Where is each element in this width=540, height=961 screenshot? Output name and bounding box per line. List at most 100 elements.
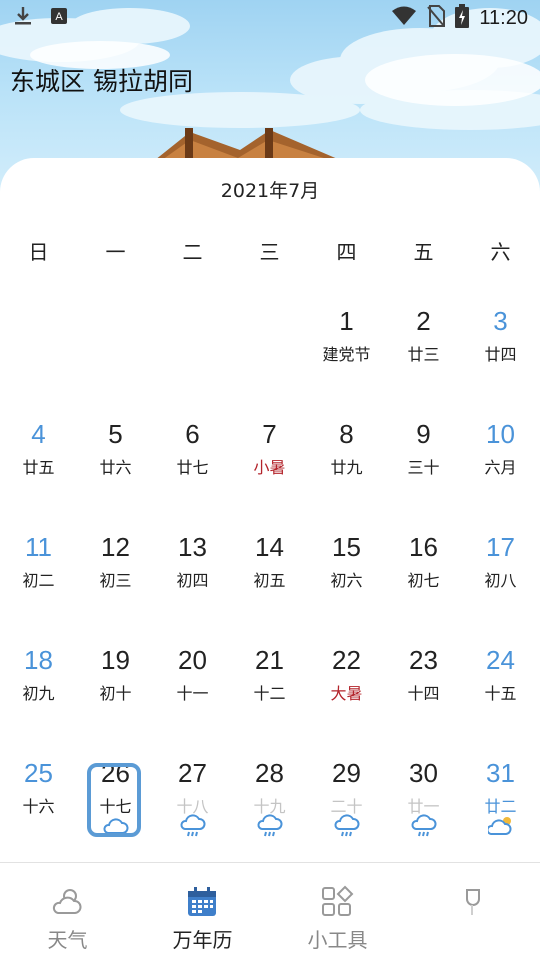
day-cell[interactable]: 7 小暑 <box>231 419 308 519</box>
day-number: 31 <box>486 758 515 788</box>
day-number: 3 <box>493 306 508 336</box>
rain-icon <box>411 814 437 838</box>
lunar-date: 初六 <box>330 571 363 590</box>
keyboard-icon: A <box>50 7 68 29</box>
leaf-icon <box>455 885 489 919</box>
nav-tab-calendar[interactable]: 万年历 <box>135 863 270 961</box>
location-title[interactable]: 东城区 锡拉胡同 <box>10 62 193 98</box>
day-cell[interactable]: 21 十二 <box>231 645 308 745</box>
day-number: 22 <box>332 645 361 675</box>
day-number: 24 <box>486 645 515 675</box>
day-number: 27 <box>178 758 207 788</box>
lunar-date: 十一 <box>176 684 209 703</box>
lunar-date: 初五 <box>253 571 286 590</box>
calendar-icon <box>185 885 219 919</box>
day-number: 21 <box>255 645 284 675</box>
day-cell[interactable]: 29 二十 <box>308 758 385 858</box>
weekday-label: 三 <box>259 240 280 264</box>
rain-icon <box>180 814 206 838</box>
day-cell[interactable]: 28 十九 <box>231 758 308 858</box>
day-cell[interactable]: 31 廿二 <box>462 758 539 858</box>
weekday-label: 日 <box>28 240 49 264</box>
day-number: 25 <box>24 758 53 788</box>
day-cell[interactable]: 11 初二 <box>0 532 77 632</box>
day-cell[interactable]: 14 初五 <box>231 532 308 632</box>
day-number: 13 <box>178 532 207 562</box>
wifi-icon <box>391 6 417 30</box>
day-cell[interactable]: 2 廿三 <box>385 306 462 406</box>
lunar-date: 廿三 <box>407 345 440 364</box>
day-cell[interactable]: 5 廿六 <box>77 419 154 519</box>
status-bar: A 11:20 <box>0 0 540 36</box>
day-cell[interactable]: 12 初三 <box>77 532 154 632</box>
lunar-date: 廿六 <box>99 458 132 477</box>
nav-tab-weather[interactable]: 天气 <box>0 863 135 961</box>
day-cell[interactable]: 25 十六 <box>0 758 77 858</box>
lunar-date: 建党节 <box>322 345 371 364</box>
lunar-date: 初十 <box>99 684 132 703</box>
weekday-label: 六 <box>490 240 511 264</box>
lunar-date: 十五 <box>484 684 517 703</box>
nav-label: 小工具 <box>307 928 368 952</box>
day-number: 29 <box>332 758 361 788</box>
day-cell[interactable]: 4 廿五 <box>0 419 77 519</box>
lunar-date: 十二 <box>253 684 286 703</box>
bottom-nav: 天气 万年历 小工具 <box>0 862 540 961</box>
day-cell[interactable]: 10 六月 <box>462 419 539 519</box>
rain-icon <box>334 814 360 838</box>
day-cell[interactable]: 3 廿四 <box>462 306 539 406</box>
day-number: 8 <box>339 419 354 449</box>
day-number: 23 <box>409 645 438 675</box>
day-cell[interactable]: 30 廿一 <box>385 758 462 858</box>
day-cell[interactable]: 1 建党节 <box>308 306 385 406</box>
day-number: 4 <box>31 419 46 449</box>
day-cell[interactable]: 20 十一 <box>154 645 231 745</box>
lunar-date: 三十 <box>407 458 440 477</box>
day-cell[interactable]: 23 十四 <box>385 645 462 745</box>
nav-tab-more[interactable] <box>405 863 540 961</box>
day-cell[interactable]: 22 大暑 <box>308 645 385 745</box>
day-cell[interactable]: 19 初十 <box>77 645 154 745</box>
lunar-date: 十四 <box>407 684 440 703</box>
lunar-date: 廿五 <box>22 458 55 477</box>
today-highlight <box>87 763 141 837</box>
lunar-date: 初七 <box>407 571 440 590</box>
svg-text:A: A <box>55 11 63 23</box>
lunar-date: 初四 <box>176 571 209 590</box>
day-number: 7 <box>262 419 277 449</box>
lunar-date: 初三 <box>99 571 132 590</box>
day-cell[interactable]: 24 十五 <box>462 645 539 745</box>
month-title[interactable]: 2021年7月 <box>0 176 540 203</box>
nav-tab-tools[interactable]: 小工具 <box>270 863 405 961</box>
day-cell[interactable]: 9 三十 <box>385 419 462 519</box>
lunar-date: 大暑 <box>330 684 363 703</box>
weekday-label: 五 <box>413 240 434 264</box>
lunar-date: 初八 <box>484 571 517 590</box>
day-number: 28 <box>255 758 284 788</box>
day-cell[interactable]: 8 廿九 <box>308 419 385 519</box>
day-cell[interactable]: 15 初六 <box>308 532 385 632</box>
day-cell[interactable]: 13 初四 <box>154 532 231 632</box>
weekday-header: 日一二三四五六 <box>0 236 540 266</box>
lunar-date: 初九 <box>22 684 55 703</box>
day-cell[interactable]: 16 初七 <box>385 532 462 632</box>
nav-label: 天气 <box>47 928 88 952</box>
day-cell[interactable]: 27 十八 <box>154 758 231 858</box>
lunar-date: 小暑 <box>253 458 286 477</box>
lunar-date: 廿七 <box>176 458 209 477</box>
lunar-date: 廿四 <box>484 345 517 364</box>
day-number: 12 <box>101 532 130 562</box>
weekday-label: 二 <box>182 240 203 264</box>
day-number: 9 <box>416 419 431 449</box>
day-cell[interactable]: 6 廿七 <box>154 419 231 519</box>
weekday-label: 四 <box>336 240 357 264</box>
day-number: 17 <box>486 532 515 562</box>
day-number: 15 <box>332 532 361 562</box>
day-cell[interactable]: 18 初九 <box>0 645 77 745</box>
lunar-date: 初二 <box>22 571 55 590</box>
nav-label: 万年历 <box>172 928 233 952</box>
partly-cloudy-icon <box>486 814 514 838</box>
day-number: 16 <box>409 532 438 562</box>
tools-icon <box>320 885 354 919</box>
day-cell[interactable]: 17 初八 <box>462 532 539 632</box>
